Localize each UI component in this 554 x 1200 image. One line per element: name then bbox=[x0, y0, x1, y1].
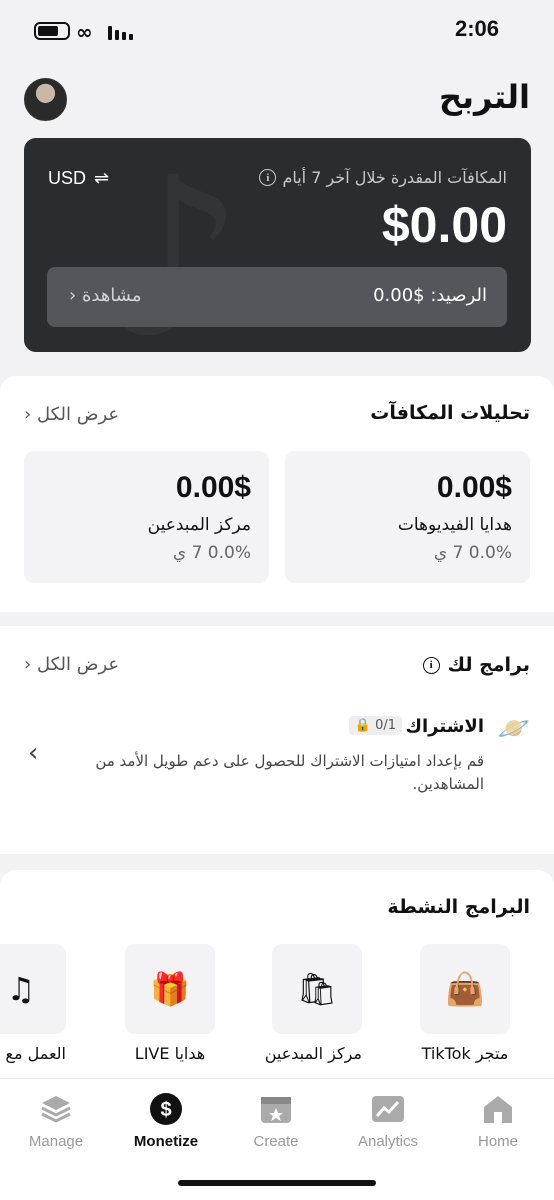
balance-text: الرصيد: $0.00 bbox=[373, 285, 487, 306]
info-icon[interactable]: i bbox=[259, 169, 277, 186]
link-icon: ∞ bbox=[76, 20, 93, 44]
battery-icon bbox=[34, 22, 70, 40]
nav-label: Home bbox=[477, 1133, 518, 1150]
earnings-label: المكافآت المقدرة خلال آخر 7 أيام i bbox=[259, 168, 507, 187]
currency-switch[interactable]: USD ⇌ bbox=[48, 168, 109, 189]
program-music[interactable]: ♫ العمل مع الف bbox=[0, 944, 66, 1063]
planet-icon: 🪐 bbox=[497, 714, 530, 744]
lock-icon: 🔒 bbox=[354, 718, 371, 733]
tile-change: 0.0% 7 ي bbox=[172, 543, 251, 563]
view-label: مشاهدة bbox=[81, 285, 142, 306]
program-creator-hub[interactable]: 🛍 مركز المبدعين bbox=[264, 944, 362, 1063]
see-all-link[interactable]: عرض الكل ‹ bbox=[24, 654, 119, 675]
tile-name: مركز المبدعين bbox=[147, 515, 251, 535]
nav-label: Monetize bbox=[133, 1133, 199, 1150]
home-indicator[interactable] bbox=[178, 1180, 376, 1186]
svg-text:$: $ bbox=[160, 1099, 171, 1121]
rewards-analytics-panel: تحليلات المكافآت عرض الكل ‹ 0.00$ هدايا … bbox=[0, 376, 554, 612]
program-label: هدايا LIVE bbox=[134, 1044, 206, 1063]
chevron-left-icon: ‹ bbox=[24, 654, 32, 675]
nav-analytics[interactable]: Analytics bbox=[338, 1091, 438, 1150]
chevron-left-icon: ‹ bbox=[24, 404, 32, 425]
section-title-text: برامج لك bbox=[447, 654, 530, 676]
active-programs-panel: البرامج النشطة 👜 متجر TikTok 🛍 مركز المب… bbox=[0, 870, 554, 1080]
tile-value: 0.00$ bbox=[175, 471, 251, 504]
tile-name: هدايا الفيديوهات bbox=[397, 515, 512, 535]
chevron-left-icon[interactable]: ‹ bbox=[28, 738, 38, 768]
page-title: التربح bbox=[438, 78, 530, 116]
nav-create[interactable]: Create bbox=[226, 1091, 326, 1150]
earnings-card: ♪ المكافآت المقدرة خلال آخر 7 أيام i USD… bbox=[24, 138, 531, 352]
gift-icon: 🎁 bbox=[125, 944, 215, 1034]
program-label: مركز المبدعين bbox=[264, 1044, 362, 1063]
tile-change: 0.0% 7 ي bbox=[433, 543, 512, 563]
program-label: العمل مع الف bbox=[0, 1044, 66, 1063]
section-title: برامج لك i bbox=[422, 654, 530, 676]
chart-icon bbox=[338, 1091, 438, 1127]
home-icon bbox=[448, 1091, 548, 1127]
status-bar: ∞ 2:06 bbox=[0, 0, 554, 62]
earnings-amount: $0.00 bbox=[381, 197, 507, 253]
chevron-left-icon: ‹ bbox=[69, 285, 77, 306]
nav-label: Create bbox=[253, 1133, 299, 1150]
progress-badge: 🔒 0/1 bbox=[348, 716, 402, 735]
star-bag-icon: 🛍 bbox=[272, 944, 362, 1034]
dollar-icon: $ bbox=[116, 1091, 216, 1127]
program-live-gifts[interactable]: 🎁 هدايا LIVE bbox=[125, 944, 215, 1063]
clock: 2:06 bbox=[454, 16, 499, 41]
nav-home[interactable]: Home bbox=[448, 1091, 548, 1150]
section-title: تحليلات المكافآت bbox=[370, 402, 530, 424]
program-label: متجر TikTok bbox=[421, 1044, 509, 1063]
signal-icon bbox=[108, 24, 133, 40]
balance-bar[interactable]: الرصيد: $0.00 مشاهدة ‹ bbox=[47, 267, 507, 327]
earnings-label-text: المكافآت المقدرة خلال آخر 7 أيام bbox=[282, 168, 507, 187]
section-title: البرامج النشطة bbox=[387, 896, 530, 918]
layers-icon bbox=[6, 1091, 106, 1127]
subscription-description: قم بإعداد امتيازات الاشتراك للحصول على د… bbox=[95, 752, 484, 793]
music-note-icon: ♫ bbox=[0, 944, 66, 1034]
program-tiktok-shop[interactable]: 👜 متجر TikTok bbox=[420, 944, 510, 1063]
info-icon[interactable]: i bbox=[422, 656, 440, 674]
see-all-label: عرض الكل bbox=[36, 654, 120, 675]
creator-hub-tile[interactable]: 0.00$ مركز المبدعين 0.0% 7 ي bbox=[24, 451, 269, 583]
header: التربح bbox=[0, 74, 554, 126]
nav-label: Manage bbox=[28, 1133, 84, 1150]
video-gifts-tile[interactable]: 0.00$ هدايا الفيديوهات 0.0% 7 ي bbox=[285, 451, 530, 583]
nav-monetize[interactable]: $ Monetize bbox=[116, 1091, 216, 1150]
swap-icon: ⇌ bbox=[94, 168, 110, 188]
shopping-bag-icon: 👜 bbox=[420, 944, 510, 1034]
subscription-title: الاشتراك bbox=[405, 716, 485, 737]
nav-label: Analytics bbox=[357, 1133, 419, 1150]
see-all-label: عرض الكل bbox=[36, 404, 120, 425]
programs-panel: برامج لك i عرض الكل ‹ 🪐 الاشتراك 🔒 0/1 ق… bbox=[0, 626, 554, 854]
badge-text: 0/1 bbox=[375, 718, 396, 733]
avatar[interactable] bbox=[24, 78, 67, 121]
nav-manage[interactable]: Manage bbox=[6, 1091, 106, 1150]
clapper-icon bbox=[226, 1091, 326, 1127]
tile-value: 0.00$ bbox=[436, 471, 512, 504]
see-all-link[interactable]: عرض الكل ‹ bbox=[24, 404, 119, 425]
currency-label: USD bbox=[48, 168, 87, 188]
view-balance-link[interactable]: مشاهدة ‹ bbox=[69, 285, 142, 306]
